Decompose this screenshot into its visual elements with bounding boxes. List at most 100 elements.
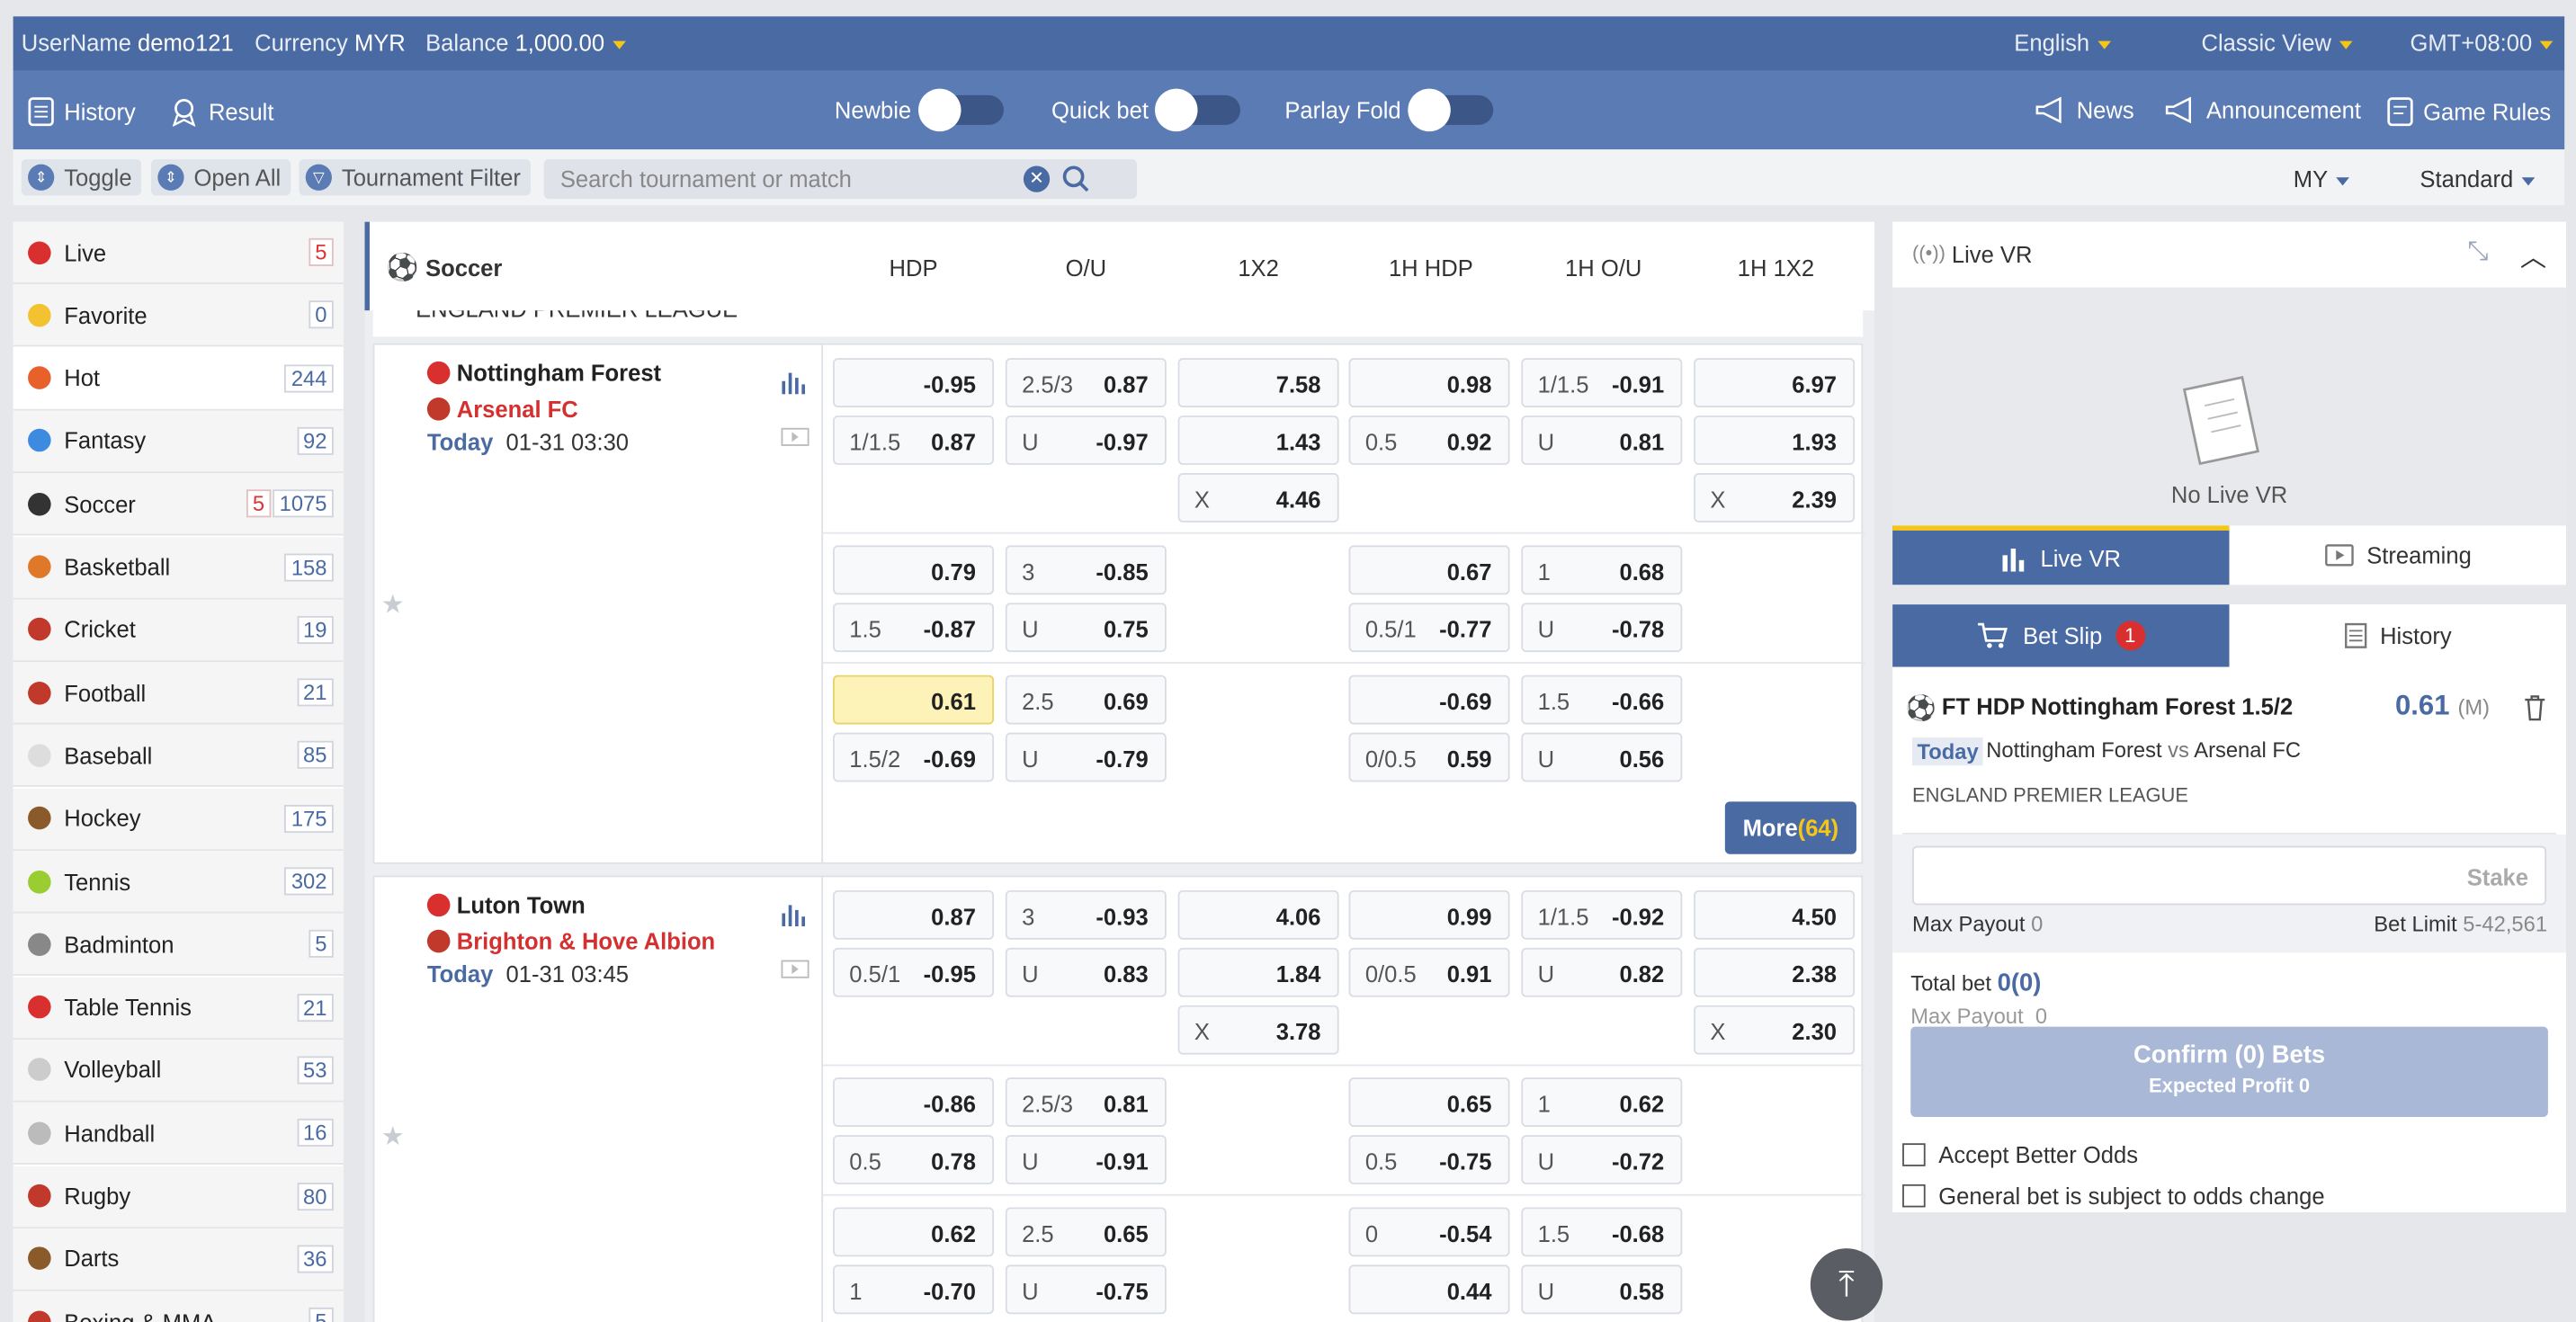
odds-cell[interactable]: X 2.30 (1694, 1005, 1856, 1055)
news-button[interactable]: News (2034, 96, 2134, 123)
sidebar-item[interactable]: Boxing & MMA 5 (13, 1291, 344, 1322)
odds-cell[interactable]: 1.5 -0.66 (1521, 674, 1683, 725)
newbie-toggle[interactable]: Newbie (835, 88, 1004, 132)
sidebar-item[interactable]: Tennis 302 (13, 851, 344, 914)
odds-cell[interactable]: 1.5 -0.68 (1521, 1207, 1683, 1257)
odds-cell[interactable]: 1.43 (1177, 415, 1339, 465)
odds-cell[interactable]: 0 -0.54 (1348, 1207, 1510, 1257)
odds-cell[interactable]: U -0.91 (1005, 1135, 1167, 1184)
game-rules-button[interactable]: Game Rules (2387, 97, 2551, 127)
odds-cell[interactable]: 1.93 (1694, 415, 1856, 465)
tab-live-vr[interactable]: Live VR (1892, 525, 2230, 585)
star-icon[interactable]: ★ (381, 588, 405, 621)
odds-cell[interactable]: U 0.82 (1521, 947, 1683, 997)
odds-cell[interactable]: 1 -0.70 (833, 1264, 995, 1315)
parlay-fold-toggle[interactable]: Parlay Fold (1284, 88, 1493, 132)
odds-cell[interactable]: 1 0.68 (1521, 545, 1683, 595)
odds-cell[interactable]: -0.86 (833, 1077, 995, 1127)
sidebar-item[interactable]: Hockey 175 (13, 788, 344, 851)
video-icon[interactable] (781, 427, 810, 447)
odds-cell[interactable]: U -0.78 (1521, 603, 1683, 653)
result-button[interactable]: Result (169, 97, 273, 127)
accept-better-odds-checkbox[interactable] (1902, 1143, 1926, 1166)
tab-history[interactable]: History (2229, 604, 2566, 667)
odds-cell[interactable]: 0.61 (833, 674, 995, 725)
sidebar-item[interactable]: Basketball 158 (13, 536, 344, 599)
odds-cell[interactable]: 2.5 0.65 (1005, 1207, 1167, 1257)
odds-cell[interactable]: 3 -0.85 (1005, 545, 1167, 595)
scroll-to-top-button[interactable]: ⤒ (1810, 1248, 1883, 1321)
odds-cell[interactable]: 0.98 (1348, 358, 1510, 407)
sidebar-item[interactable]: Handball 16 (13, 1102, 344, 1166)
odds-cell[interactable]: X 2.39 (1694, 473, 1856, 523)
announcement-button[interactable]: Announcement (2164, 96, 2361, 123)
odds-cell[interactable]: -0.95 (833, 358, 995, 407)
odds-cell[interactable]: U -0.79 (1005, 732, 1167, 782)
sidebar-item[interactable]: Favorite 0 (13, 284, 344, 347)
odds-cell[interactable]: 0.65 (1348, 1077, 1510, 1127)
search-icon[interactable] (1061, 165, 1091, 194)
odds-cell[interactable]: U 0.81 (1521, 415, 1683, 465)
odds-cell[interactable]: U 0.75 (1005, 603, 1167, 653)
timezone-dropdown[interactable]: GMT+08:00 (2410, 30, 2554, 56)
odds-cell[interactable]: 7.58 (1177, 358, 1339, 407)
odds-cell[interactable]: 1/1.5 -0.92 (1521, 889, 1683, 940)
odds-cell[interactable]: U 0.83 (1005, 947, 1167, 997)
odds-cell[interactable]: 2.5/3 0.87 (1005, 358, 1167, 407)
away-team[interactable]: Arsenal FC (457, 396, 578, 422)
odds-cell[interactable]: 1/1.5 0.87 (833, 415, 995, 465)
odds-cell[interactable]: 1/1.5 -0.91 (1521, 358, 1683, 407)
odds-cell[interactable]: 4.06 (1177, 889, 1339, 940)
sidebar-item[interactable]: Baseball 85 (13, 725, 344, 788)
odds-cell[interactable]: 2.38 (1694, 947, 1856, 997)
search-input[interactable]: Search tournament or match ✕ (543, 159, 1137, 200)
sidebar-item[interactable]: Rugby 80 (13, 1165, 344, 1228)
more-markets-button[interactable]: More (64) (1724, 801, 1856, 854)
odds-cell[interactable]: X 4.46 (1177, 473, 1339, 523)
odds-cell[interactable]: 0.67 (1348, 545, 1510, 595)
league-header[interactable]: ENGLAND PREMIER LEAGUE (372, 310, 1864, 337)
odds-cell[interactable]: 0.62 (833, 1207, 995, 1257)
odds-cell[interactable]: 0.87 (833, 889, 995, 940)
odds-cell[interactable]: 6.97 (1694, 358, 1856, 407)
odds-cell[interactable]: 0.5 -0.75 (1348, 1135, 1510, 1184)
collapse-icon[interactable]: ⤡ (2467, 238, 2488, 268)
trash-icon[interactable] (2524, 695, 2547, 721)
odds-cell[interactable]: U -0.72 (1521, 1135, 1683, 1184)
odds-cell[interactable]: 0/0.5 0.91 (1348, 947, 1510, 997)
sidebar-item[interactable]: Hot 244 (13, 347, 344, 410)
sidebar-item[interactable]: Soccer 5 1075 (13, 473, 344, 536)
home-team[interactable]: Nottingham Forest (457, 360, 661, 386)
odds-cell[interactable]: X 3.78 (1177, 1005, 1339, 1055)
sidebar-item[interactable]: Cricket 19 (13, 599, 344, 662)
sidebar-item[interactable]: Darts 36 (13, 1228, 344, 1291)
quick-bet-switch[interactable] (1155, 88, 1241, 132)
view-dropdown[interactable]: Classic View (2202, 30, 2353, 56)
odds-cell[interactable]: U 0.58 (1521, 1264, 1683, 1315)
sidebar-item[interactable]: Football 21 (13, 662, 344, 725)
odds-type-dropdown[interactable]: MY (2294, 165, 2349, 192)
odds-cell[interactable]: 2.5 0.69 (1005, 674, 1167, 725)
odds-cell[interactable]: 0.79 (833, 545, 995, 595)
quick-bet-toggle[interactable]: Quick bet (1051, 88, 1241, 132)
odds-cell[interactable]: 0.44 (1348, 1264, 1510, 1315)
newbie-switch[interactable] (917, 88, 1004, 132)
star-icon[interactable]: ★ (381, 1121, 405, 1154)
odds-cell[interactable]: 3 -0.93 (1005, 889, 1167, 940)
odds-change-checkbox[interactable] (1902, 1184, 1926, 1208)
odds-cell[interactable]: 0.5 0.92 (1348, 415, 1510, 465)
parlay-fold-switch[interactable] (1407, 88, 1493, 132)
odds-cell[interactable]: 2.5/3 0.81 (1005, 1077, 1167, 1127)
odds-cell[interactable]: 4.50 (1694, 889, 1856, 940)
video-icon[interactable] (781, 960, 810, 979)
sidebar-item[interactable]: Badminton 5 (13, 914, 344, 977)
odds-cell[interactable]: U -0.97 (1005, 415, 1167, 465)
odds-cell[interactable]: 1.5/2 -0.69 (833, 732, 995, 782)
odds-cell[interactable]: 0/0.5 0.59 (1348, 732, 1510, 782)
sidebar-item[interactable]: Live 5 (13, 221, 344, 284)
toggle-button[interactable]: ⇕ Toggle (21, 159, 142, 196)
odds-cell[interactable]: 0.99 (1348, 889, 1510, 940)
home-team[interactable]: Luton Town (457, 892, 586, 918)
history-button[interactable]: History (28, 97, 136, 127)
language-dropdown[interactable]: English (2014, 30, 2111, 56)
